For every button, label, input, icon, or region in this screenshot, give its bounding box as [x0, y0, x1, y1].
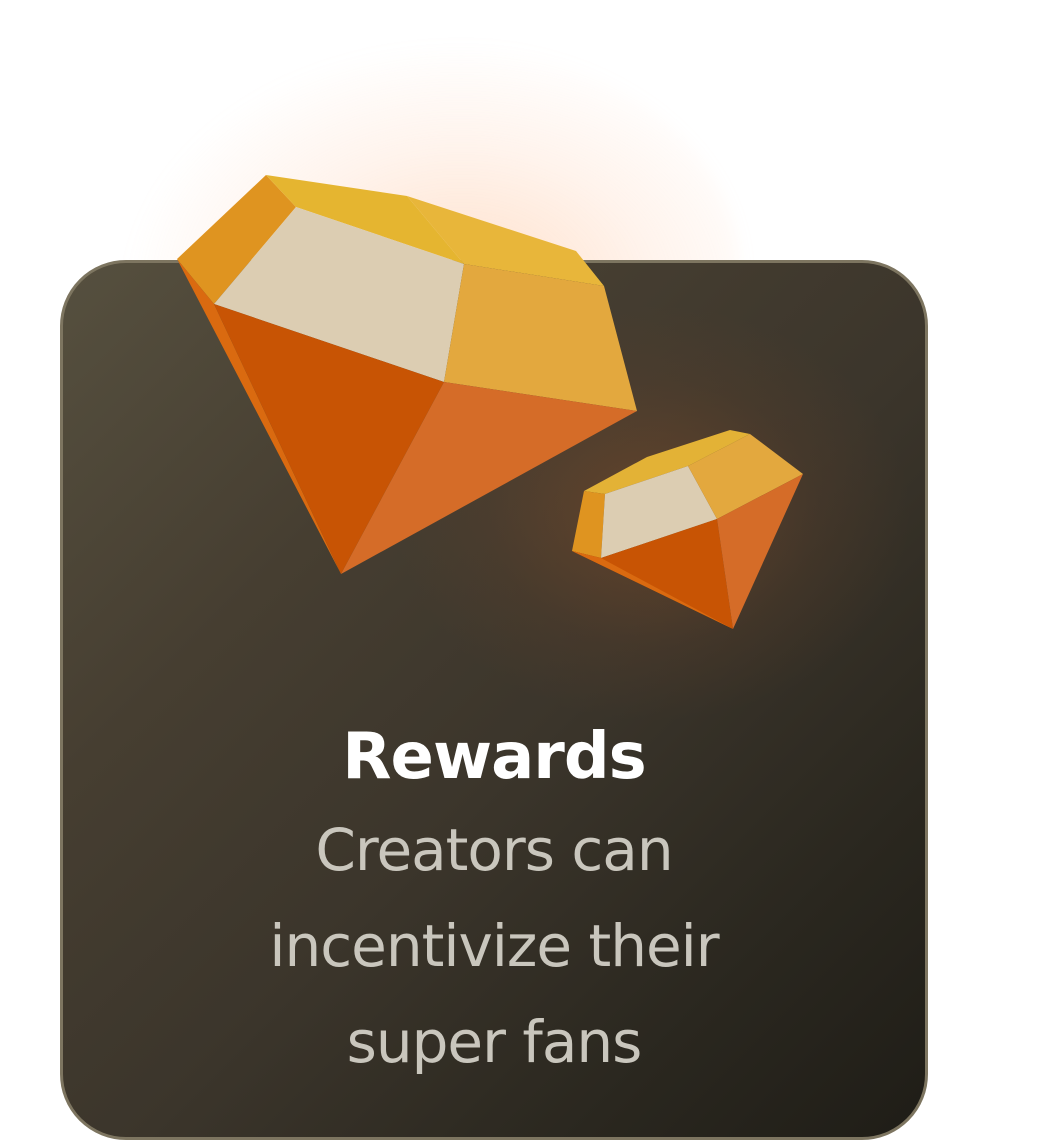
rewards-feature-card-stage: Rewards Creators can incentivize their s… — [0, 0, 1052, 1141]
card-title: Rewards — [342, 720, 646, 794]
gems-icon — [177, 175, 803, 629]
large-gem-icon — [177, 175, 637, 574]
card-text: Rewards Creators can incentivize their s… — [60, 712, 928, 1090]
small-gem-icon — [572, 430, 803, 629]
card-description: Creators can incentivize their super fan… — [269, 816, 719, 1076]
